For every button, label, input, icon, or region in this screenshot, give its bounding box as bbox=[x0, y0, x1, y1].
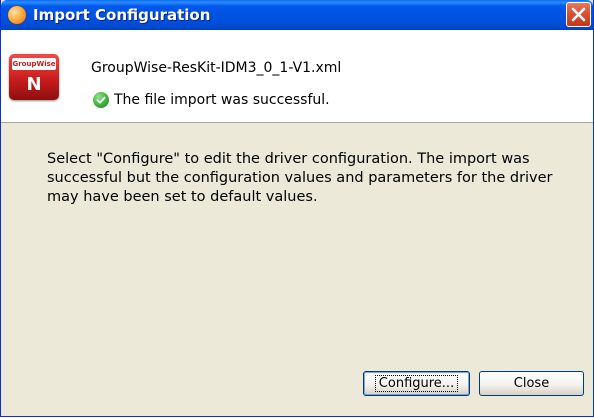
close-window-button[interactable] bbox=[566, 2, 591, 27]
status-text: The file import was successful. bbox=[114, 92, 330, 108]
info-message: Select "Configure" to edit the driver co… bbox=[47, 151, 553, 205]
title-bar[interactable]: Import Configuration bbox=[1, 0, 593, 30]
close-button[interactable]: Close bbox=[479, 371, 584, 396]
checkmark-icon bbox=[93, 92, 109, 108]
configure-button-label: Configure... bbox=[374, 375, 459, 392]
app-icon bbox=[8, 6, 26, 24]
import-status: The file import was successful. bbox=[93, 92, 330, 108]
groupwise-logo: GroupWise N bbox=[9, 54, 59, 100]
import-configuration-dialog: Import Configuration GroupWise N GroupWi… bbox=[0, 0, 594, 417]
logo-letter: N bbox=[26, 74, 42, 95]
header-panel: GroupWise N GroupWise-ResKit-IDM3_0_1-V1… bbox=[1, 30, 593, 123]
window-title: Import Configuration bbox=[33, 6, 211, 24]
file-name: GroupWise-ResKit-IDM3_0_1-V1.xml bbox=[91, 60, 342, 76]
logo-text: GroupWise bbox=[12, 60, 56, 68]
close-icon bbox=[571, 7, 586, 22]
logo-band: GroupWise bbox=[12, 58, 56, 70]
configure-button[interactable]: Configure... bbox=[363, 371, 470, 396]
